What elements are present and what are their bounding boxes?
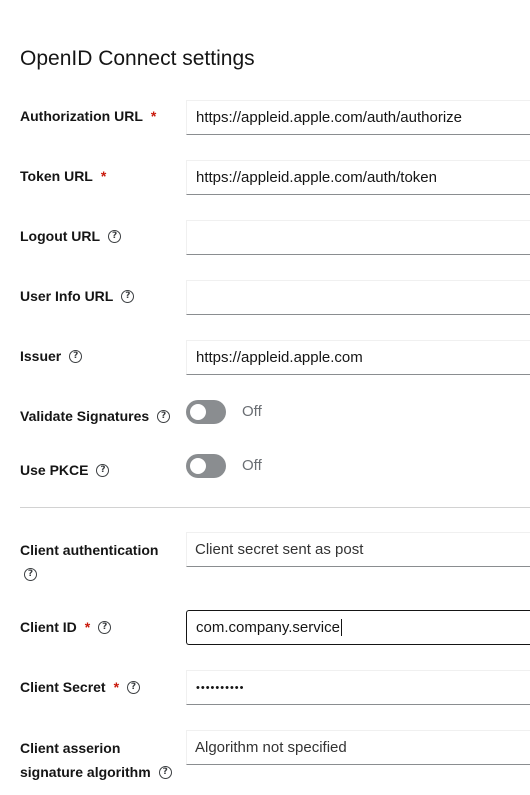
client-secret-input[interactable]: •••••••••• xyxy=(186,670,530,705)
client-secret-label: Client Secret * ? xyxy=(20,679,141,695)
help-icon[interactable]: ? xyxy=(127,680,141,694)
issuer-label: Issuer ? xyxy=(20,348,83,364)
help-icon[interactable]: ? xyxy=(98,620,112,634)
required-marker: * xyxy=(84,619,91,635)
authorization-url-label: Authorization URL * xyxy=(20,108,157,124)
authorization-url-input[interactable]: https://appleid.apple.com/auth/authorize xyxy=(186,100,530,135)
help-icon[interactable]: ? xyxy=(108,229,122,243)
help-icon[interactable]: ? xyxy=(121,289,135,303)
section-divider xyxy=(20,507,530,508)
validate-signatures-toggle[interactable] xyxy=(186,400,226,424)
use-pkce-label: Use PKCE ? xyxy=(20,462,110,478)
user-info-url-label: User Info URL ? xyxy=(20,288,135,304)
client-assertion-alg-select[interactable]: Algorithm not specified xyxy=(186,730,530,765)
validate-signatures-state: Off xyxy=(242,403,262,420)
validate-signatures-label: Validate Signatures ? xyxy=(20,408,171,424)
help-icon[interactable]: ? xyxy=(96,463,110,477)
required-marker: * xyxy=(100,168,107,184)
use-pkce-state: Off xyxy=(242,457,262,474)
token-url-input[interactable]: https://appleid.apple.com/auth/token xyxy=(186,160,530,195)
toggle-knob xyxy=(190,458,206,474)
issuer-input[interactable]: https://appleid.apple.com xyxy=(186,340,530,375)
logout-url-label: Logout URL ? xyxy=(20,228,122,244)
help-icon[interactable]: ? xyxy=(69,349,83,363)
toggle-knob xyxy=(190,404,206,420)
text-caret xyxy=(340,619,342,636)
client-authentication-select[interactable]: Client secret sent as post xyxy=(186,532,530,567)
client-id-input[interactable]: com.company.service xyxy=(186,610,530,645)
help-icon[interactable]: ? xyxy=(24,567,37,581)
page-title: OpenID Connect settings xyxy=(20,47,255,70)
client-id-label: Client ID * ? xyxy=(20,619,112,635)
logout-url-input[interactable] xyxy=(186,220,530,255)
user-info-url-input[interactable] xyxy=(186,280,530,315)
help-icon[interactable]: ? xyxy=(158,765,172,779)
client-authentication-label: Client authentication ? xyxy=(20,542,159,581)
token-url-label: Token URL * xyxy=(20,168,107,184)
use-pkce-toggle[interactable] xyxy=(186,454,226,478)
client-assertion-alg-label: Client asserion signature algorithm ? xyxy=(20,736,172,784)
help-icon[interactable]: ? xyxy=(157,409,171,423)
required-marker: * xyxy=(113,679,120,695)
required-marker: * xyxy=(150,108,157,124)
